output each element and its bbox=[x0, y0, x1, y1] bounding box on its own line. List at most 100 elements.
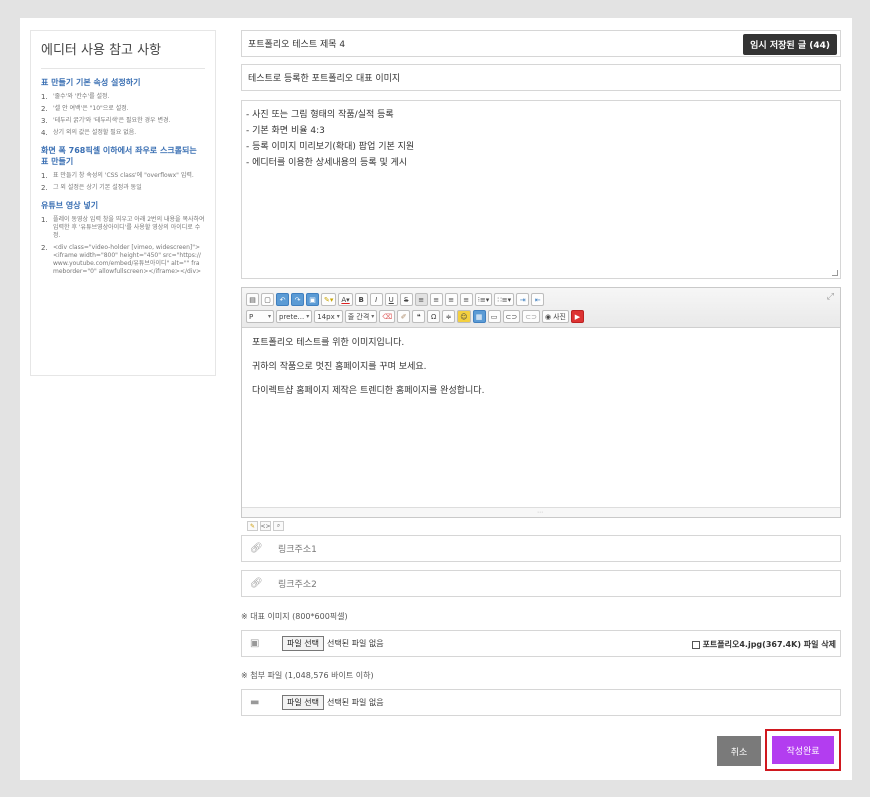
link1-input[interactable]: 🔗︎ 링크주소1 bbox=[241, 535, 841, 562]
list-item: 1. 표 만들기 창 속성의 'CSS class'에 "overflowx" 입… bbox=[41, 172, 194, 180]
page-panel: 에디터 사용 참고 사항 표 만들기 기본 속성 설정하기 1. '줄수'와 '칸… bbox=[20, 18, 852, 780]
summary-textarea[interactable]: - 사진 또는 그림 형태의 작품/실적 등록 - 기본 화면 비율 4:3 -… bbox=[241, 100, 841, 279]
image-field-label: ※ 대표 이미지 (800*600픽셀) bbox=[241, 612, 348, 621]
photo-label: 사진 bbox=[553, 312, 566, 321]
guide-list-youtube: 1. 플레이 동영상 입력 창을 띄우고 아래 2번의 내용을 복사하여 입력한 … bbox=[41, 216, 205, 276]
underline-icon[interactable]: U bbox=[384, 293, 398, 306]
list-item: 1. 플레이 동영상 입력 창을 띄우고 아래 2번의 내용을 복사하여 입력한 … bbox=[41, 216, 205, 239]
guide-heading-scroll-table: 화면 폭 768픽셀 이하에서 좌우로 스크롤되는 표 만들기 bbox=[41, 146, 197, 166]
fullscreen-icon[interactable]: ⤢ bbox=[827, 292, 834, 302]
list-item: 2. '셀 안 여백'은 "10"으로 설정. bbox=[41, 105, 129, 113]
link-icon: 🔗︎ bbox=[250, 578, 263, 589]
layout-icon[interactable]: ▭ bbox=[487, 310, 501, 323]
print-icon[interactable]: ▤ bbox=[246, 293, 259, 306]
html-mode-icon[interactable]: <> bbox=[260, 521, 271, 531]
ordered-list-icon[interactable]: ⁝≡▾ bbox=[474, 293, 493, 306]
video-icon[interactable]: ▶ bbox=[570, 310, 584, 323]
italic-icon[interactable]: I bbox=[369, 293, 383, 306]
guide-list-scroll-table: 1. 표 만들기 창 속성의 'CSS class'에 "overflowx" 입… bbox=[41, 172, 205, 192]
submit-button[interactable]: 작성완료 bbox=[772, 736, 834, 764]
guide-heading-youtube: 유튜브 영상 넣기 bbox=[41, 201, 99, 210]
horizontal-rule-icon[interactable]: ≑ bbox=[442, 310, 456, 323]
summary-line: - 사진 또는 그림 형태의 작품/실적 등록 bbox=[246, 110, 394, 120]
new-document-icon[interactable]: ▢ bbox=[261, 293, 274, 306]
unlink-icon[interactable]: ⊂⊃ bbox=[522, 310, 540, 323]
indent-icon[interactable]: ⇥ bbox=[516, 293, 530, 306]
image-file-row: ▣ 파일 선택 선택된 파일 없음 포트폴리오4.jpg(367.4K) 파일 … bbox=[241, 630, 841, 657]
image-delete-checkbox[interactable] bbox=[691, 640, 700, 649]
emoticon-icon[interactable]: ☺ bbox=[457, 310, 471, 323]
link2-placeholder: 링크주소2 bbox=[278, 580, 317, 590]
format-select[interactable]: P bbox=[246, 310, 274, 323]
image-delete-option[interactable]: 포트폴리오4.jpg(367.4K) 파일 삭제 bbox=[691, 639, 836, 650]
outdent-icon[interactable]: ⇤ bbox=[531, 293, 545, 306]
attach-file-button[interactable]: 파일 선택 bbox=[282, 695, 324, 710]
eraser-icon[interactable]: ⌫ bbox=[379, 310, 396, 323]
table-icon[interactable]: ▦ bbox=[472, 310, 486, 323]
image-file-status: 선택된 파일 없음 bbox=[326, 639, 384, 648]
redo-icon[interactable]: ↷ bbox=[291, 293, 304, 306]
submit-highlight-box: 작성완료 bbox=[765, 729, 841, 771]
list-item: 2. <div class="video-holder [vimeo, wides… bbox=[41, 244, 202, 275]
editor-mode-tabs: ✎ <> ⌕ bbox=[247, 521, 284, 531]
bullet-list-icon[interactable]: ∷≡▾ bbox=[494, 293, 515, 306]
summary-line: - 에디터를 이용한 상세내용의 등록 및 게시 bbox=[246, 158, 408, 168]
align-justify-icon[interactable]: ≡ bbox=[459, 293, 473, 306]
quote-icon[interactable]: ❝ bbox=[412, 310, 426, 323]
select-all-icon[interactable]: ▣ bbox=[306, 293, 319, 306]
summary-line: - 등록 이미지 미리보기(확대) 팝업 기본 지원 bbox=[246, 142, 415, 152]
folder-icon: ▬ bbox=[250, 697, 260, 708]
align-right-icon[interactable]: ≡ bbox=[444, 293, 458, 306]
editor-content[interactable]: 포트폴리오 테스트를 위한 이미지입니다. 귀하의 작품으로 멋진 홈페이지를 … bbox=[242, 328, 840, 420]
preview-mode-icon[interactable]: ⌕ bbox=[273, 521, 284, 531]
photo-button[interactable]: ◉ 사진 bbox=[541, 310, 569, 323]
summary-line: - 기본 화면 비율 4:3 bbox=[246, 126, 325, 136]
image-icon: ▣ bbox=[250, 638, 260, 649]
rich-text-editor: ▤ ▢ ↶ ↷ ▣ ✎▾ A▾ B I U S ≡ ≡ ≡ ≡ ⁝≡▾ ∷≡▾ bbox=[241, 287, 841, 518]
list-item: 2. 그 외 설정은 상기 기본 설정과 동일 bbox=[41, 184, 142, 192]
attach-field-label: ※ 첨부 파일 (1,048,576 바이트 이하) bbox=[241, 671, 374, 680]
list-item: 3. '테두리 굵기'와 '테두리색'은 필요한 경우 변경. bbox=[41, 117, 171, 125]
title-input[interactable]: 포트폴리오 테스트 제목 4 임시 저장된 글 (44) bbox=[241, 30, 841, 57]
editor-toolbar: ▤ ▢ ↶ ↷ ▣ ✎▾ A▾ B I U S ≡ ≡ ≡ ≡ ⁝≡▾ ∷≡▾ bbox=[242, 288, 840, 328]
image-delete-label: 포트폴리오4.jpg(367.4K) 파일 삭제 bbox=[702, 640, 836, 649]
link1-placeholder: 링크주소1 bbox=[278, 545, 317, 555]
link2-input[interactable]: 🔗︎ 링크주소2 bbox=[241, 570, 841, 597]
editor-paragraph: 포트폴리오 테스트를 위한 이미지입니다. bbox=[252, 338, 405, 348]
sidebar-title: 에디터 사용 참고 사항 bbox=[41, 31, 205, 69]
paint-brush-icon[interactable]: ✐ bbox=[397, 310, 411, 323]
link-icon[interactable]: ⊂⊃ bbox=[502, 310, 521, 323]
align-center-icon[interactable]: ≡ bbox=[429, 293, 443, 306]
design-mode-icon[interactable]: ✎ bbox=[247, 521, 258, 531]
cancel-button[interactable]: 취소 bbox=[717, 736, 761, 766]
highlight-color-icon[interactable]: ✎▾ bbox=[321, 293, 337, 306]
undo-icon[interactable]: ↶ bbox=[276, 293, 289, 306]
draft-list-button[interactable]: 임시 저장된 글 (44) bbox=[743, 34, 837, 55]
subtitle-input[interactable]: 테스트로 등록한 포트폴리오 대표 이미지 bbox=[241, 64, 841, 91]
editor-paragraph: 다이렉트샵 홈페이지 제작은 트렌디한 홈페이지를 완성합니다. bbox=[252, 386, 485, 396]
bold-icon[interactable]: B bbox=[354, 293, 368, 306]
line-height-select[interactable]: 줄 간격 bbox=[344, 310, 378, 323]
link-icon: 🔗︎ bbox=[250, 543, 263, 554]
font-color-icon[interactable]: A▾ bbox=[338, 293, 353, 306]
list-item: 4. 상기 외의 값은 설정할 필요 없음. bbox=[41, 129, 137, 137]
font-family-select[interactable]: prete... bbox=[276, 310, 313, 323]
resize-handle-icon[interactable] bbox=[832, 270, 838, 276]
attach-file-row: ▬ 파일 선택 선택된 파일 없음 bbox=[241, 689, 841, 716]
align-left-icon[interactable]: ≡ bbox=[414, 293, 428, 306]
attach-file-status: 선택된 파일 없음 bbox=[326, 698, 384, 707]
guide-list-table: 1. '줄수'와 '칸수'를 설정. 2. '셀 안 여백'은 "10"으로 설정.… bbox=[41, 93, 205, 137]
resize-grip-icon[interactable]: ⋯ bbox=[537, 509, 543, 516]
camera-icon: ◉ bbox=[544, 312, 552, 321]
special-char-icon[interactable]: Ω bbox=[427, 310, 441, 323]
editor-paragraph: 귀하의 작품으로 멋진 홈페이지를 꾸며 보세요. bbox=[252, 362, 427, 372]
list-item: 1. '줄수'와 '칸수'를 설정. bbox=[41, 93, 110, 101]
guide-heading-table: 표 만들기 기본 속성 설정하기 bbox=[41, 78, 141, 87]
title-value: 포트폴리오 테스트 제목 4 bbox=[248, 40, 346, 50]
editor-guide-sidebar: 에디터 사용 참고 사항 표 만들기 기본 속성 설정하기 1. '줄수'와 '칸… bbox=[30, 30, 216, 376]
strikethrough-icon[interactable]: S bbox=[399, 293, 413, 306]
image-file-button[interactable]: 파일 선택 bbox=[282, 636, 324, 651]
font-size-select[interactable]: 14px bbox=[314, 310, 343, 323]
subtitle-value: 테스트로 등록한 포트폴리오 대표 이미지 bbox=[248, 74, 401, 84]
editor-resize-bar[interactable]: ⋯ bbox=[242, 507, 840, 517]
